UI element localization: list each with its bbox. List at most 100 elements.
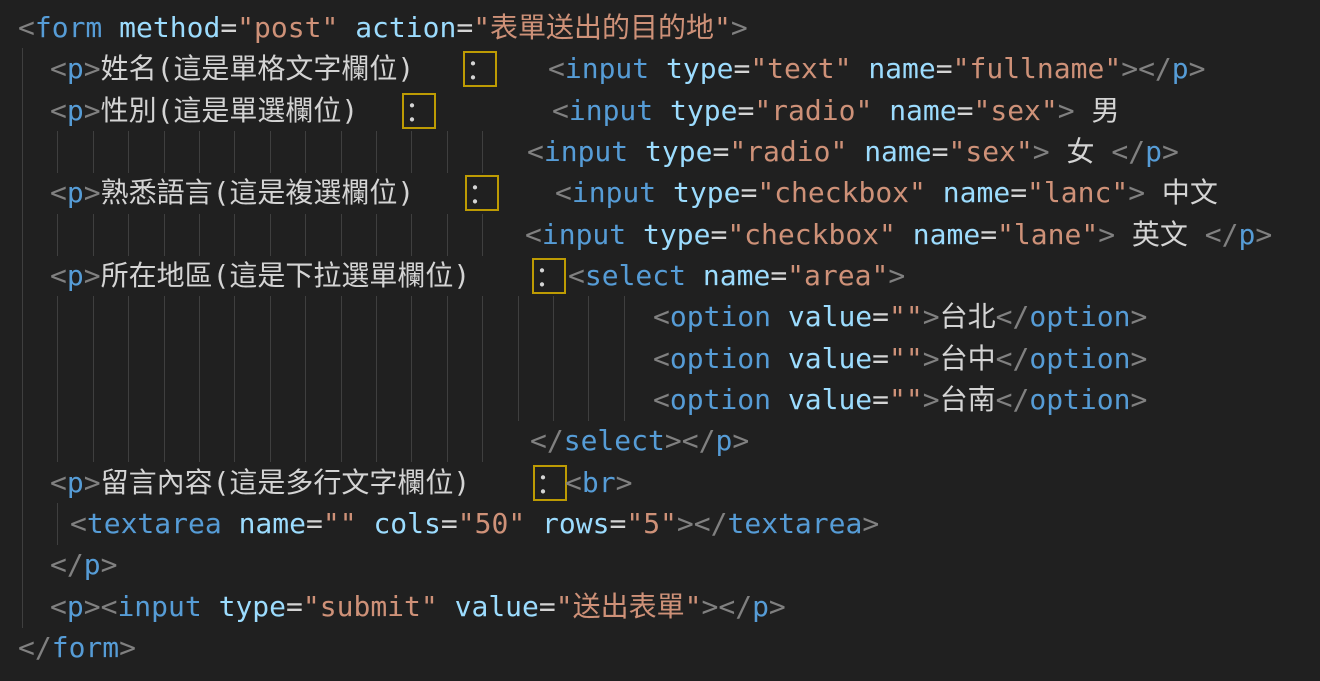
token-e: =	[740, 176, 757, 209]
indent-guide	[22, 338, 23, 380]
code-line[interactable]: <option value="">台南</option>	[0, 379, 1320, 421]
token-x	[202, 590, 219, 623]
token-p: >	[923, 383, 940, 416]
token-t: option	[1029, 300, 1130, 333]
code-line[interactable]: </form>	[0, 627, 1320, 669]
code-segment: <p>所在地區(這是下拉選單欄位)	[50, 255, 470, 297]
indent-guide	[376, 131, 377, 173]
indent-guide	[376, 379, 377, 421]
token-e: =	[306, 507, 323, 540]
token-x: 男	[1075, 94, 1120, 127]
token-p: >	[732, 424, 749, 457]
token-p: <	[653, 383, 670, 416]
token-x	[872, 94, 889, 127]
token-t: input	[572, 176, 656, 209]
token-p: <	[50, 176, 67, 209]
token-e: =	[609, 507, 626, 540]
token-s: "50"	[458, 507, 525, 540]
unicode-highlight-box: ：	[402, 93, 436, 129]
code-line[interactable]: <p>所在地區(這是下拉選單欄位)：<select name="area">	[0, 255, 1320, 297]
code-line[interactable]: <option value="">台中</option>	[0, 338, 1320, 380]
token-t: select	[564, 424, 665, 457]
token-p: </	[996, 342, 1030, 375]
token-p: </	[718, 590, 752, 623]
token-p: <	[525, 218, 542, 251]
indent-guide	[199, 214, 200, 256]
token-p: >	[1131, 300, 1148, 333]
code-line[interactable]: </select></p>	[0, 420, 1320, 462]
indent-guide	[482, 296, 483, 338]
indent-guide	[447, 338, 448, 380]
indent-guide	[482, 379, 483, 421]
token-x: 熟悉語言(這是複選欄位)	[101, 176, 415, 209]
token-x	[656, 176, 673, 209]
token-p: >	[1098, 218, 1115, 251]
token-s: "checkbox"	[757, 176, 926, 209]
token-a: name	[703, 259, 770, 292]
token-e: =	[932, 135, 949, 168]
code-line[interactable]: <p>性別(這是單選欄位)：<input type="radio" name="…	[0, 90, 1320, 132]
token-x	[686, 259, 703, 292]
token-p: </	[996, 383, 1030, 416]
indent-guide	[447, 131, 448, 173]
code-segment: </form>	[18, 627, 136, 669]
indent-guide	[22, 214, 23, 256]
indent-guide	[22, 462, 23, 504]
unicode-highlight-box: ：	[533, 465, 567, 501]
code-line[interactable]: <p>留言內容(這是多行文字欄位)：<br>	[0, 462, 1320, 504]
code-line[interactable]: <textarea name="" cols="50" rows="5"></t…	[0, 503, 1320, 545]
token-t: textarea	[87, 507, 222, 540]
code-segment: <textarea name="" cols="50" rows="5"></t…	[70, 503, 879, 545]
indent-guide	[57, 131, 58, 173]
code-line[interactable]: <p><input type="submit" value="送出表單"></p…	[0, 586, 1320, 628]
indent-guide	[411, 214, 412, 256]
token-a: cols	[373, 507, 440, 540]
token-p: >	[1131, 383, 1148, 416]
indent-guide	[164, 420, 165, 462]
token-t: p	[67, 590, 84, 623]
token-a: name	[943, 176, 1010, 209]
token-t: p	[715, 424, 732, 457]
indent-guide	[305, 420, 306, 462]
token-e: =	[737, 94, 754, 127]
indent-guide	[341, 296, 342, 338]
indent-guide	[376, 296, 377, 338]
token-e: =	[712, 135, 729, 168]
token-e: =	[286, 590, 303, 623]
indent-guide	[482, 420, 483, 462]
token-p: >	[84, 176, 101, 209]
indent-guide	[22, 131, 23, 173]
indent-guide	[57, 420, 58, 462]
code-line[interactable]: <input type="checkbox" name="lane"> 英文 <…	[0, 214, 1320, 256]
indent-guide	[624, 379, 625, 421]
code-line[interactable]: </p>	[0, 544, 1320, 586]
indent-guide	[57, 503, 58, 545]
indent-guide	[164, 131, 165, 173]
code-line[interactable]: <form method="post" action="表單送出的目的地">	[0, 7, 1320, 49]
code-line[interactable]: <p>熟悉語言(這是複選欄位)：<input type="checkbox" n…	[0, 172, 1320, 214]
indent-guide	[199, 131, 200, 173]
code-line[interactable]: <p>姓名(這是單格文字欄位)：<input type="text" name=…	[0, 48, 1320, 90]
token-p: <	[50, 94, 67, 127]
token-t: option	[670, 300, 771, 333]
token-x: 台北	[940, 300, 996, 333]
indent-guide	[22, 544, 23, 586]
indent-guide	[518, 379, 519, 421]
token-x	[102, 11, 119, 44]
token-x	[926, 176, 943, 209]
indent-guide	[57, 379, 58, 421]
token-p: >	[1128, 176, 1145, 209]
token-p: </	[530, 424, 564, 457]
indent-guide	[624, 296, 625, 338]
code-line[interactable]: <option value="">台北</option>	[0, 296, 1320, 338]
token-t: option	[1029, 383, 1130, 416]
token-s: "sex"	[948, 135, 1032, 168]
indent-guide	[22, 586, 23, 628]
code-line[interactable]: <input type="radio" name="sex"> 女 </p>	[0, 131, 1320, 173]
unicode-highlight-box: ：	[465, 175, 499, 211]
token-p: <	[568, 259, 585, 292]
code-editor[interactable]: <form method="post" action="表單送出的目的地"><p…	[0, 0, 1320, 681]
indent-guide	[234, 214, 235, 256]
token-x: 姓名(這是單格文字欄位)	[101, 52, 415, 85]
token-a: name	[889, 94, 956, 127]
